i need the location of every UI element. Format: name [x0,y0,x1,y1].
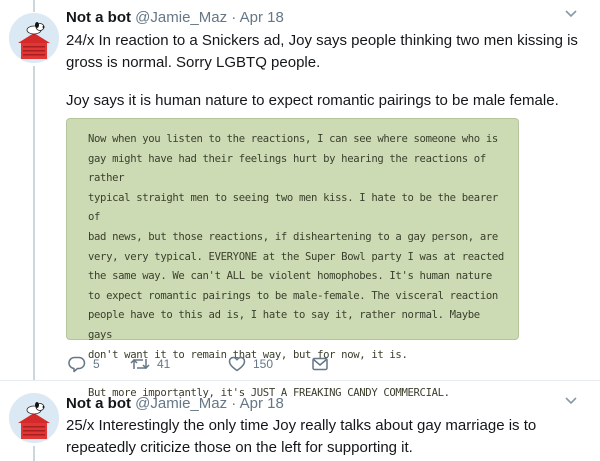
snoopy-doghouse-icon [9,13,59,63]
quoted-screenshot[interactable]: Now when you listen to the reactions, I … [66,118,519,399]
reply-count: 5 [93,357,100,371]
chevron-down-icon[interactable] [564,393,578,412]
separator: · [231,395,237,412]
retweet-button[interactable]: 41 [130,355,170,373]
quoted-text-line: to expect romantic pairings to be male-f… [88,289,498,302]
quoted-text-line: Now when you listen to the reactions, I … [88,133,498,145]
tweet-header: Not a bot @Jamie_Maz · Apr 18 [66,395,284,413]
tweet-text-line: 25/x Interestingly the only time Joy rea… [66,417,537,434]
retweet-count: 41 [157,357,171,371]
avatar[interactable] [9,393,59,443]
reply-icon [68,356,86,373]
quoted-text-line: the same way. We can't ALL be violent ho… [88,270,492,283]
tweet-text-line: gross is normal. Sorry LGBTQ people. [66,54,321,71]
quoted-text-line: people have to this ad is, I hate to say… [88,309,480,341]
tweet-header: Not a bot @Jamie_Maz · Apr 18 [66,9,284,27]
separator: · [231,9,237,26]
author-name[interactable]: Not a bot [66,395,131,412]
tweet-text-line: repeatedly criticize those on the left f… [66,439,413,456]
thread-line [33,0,35,12]
like-count: 150 [253,357,274,371]
quoted-text-line: typical straight men to seeing two men k… [88,191,498,224]
avatar[interactable] [9,13,59,63]
thread-line [33,446,35,461]
tweet-text-paragraph-2: Joy says it is human nature to expect ro… [66,90,586,112]
quoted-text-block: Now when you listen to the reactions, I … [88,130,504,365]
reply-button[interactable]: 5 [68,355,100,373]
direct-message-icon [312,357,328,371]
quoted-text-line: bad news, but those reactions, if dishea… [88,230,498,243]
retweet-icon [130,358,150,370]
chevron-down-icon[interactable] [564,6,578,25]
tweet-text-line: 24/x In reaction to a Snickers ad, Joy s… [66,32,578,49]
quoted-text-line: very, very typical. EVERYONE at the Supe… [88,250,504,263]
like-button[interactable]: 150 [228,355,273,373]
author-handle[interactable]: @Jamie_Maz [135,395,227,412]
direct-message-button[interactable] [311,355,329,373]
thread-line [33,66,35,380]
author-handle[interactable]: @Jamie_Maz [135,9,227,26]
tweet-date[interactable]: Apr 18 [240,9,284,26]
tweet-25[interactable]: Not a bot @Jamie_Maz · Apr 18 25/x Inter… [0,380,600,461]
like-icon [228,356,246,372]
snoopy-doghouse-icon [9,393,59,443]
author-name[interactable]: Not a bot [66,9,131,26]
tweet-24[interactable]: Not a bot @Jamie_Maz · Apr 18 24/x In re… [0,0,600,399]
quoted-text-line: gay might have had their feelings hurt b… [88,152,486,185]
tweet-text: 25/x Interestingly the only time Joy rea… [66,415,586,459]
tweet-text-line: Joy says it is human nature to expect ro… [66,92,559,109]
tweet-date[interactable]: Apr 18 [240,395,284,412]
tweet-text: 24/x In reaction to a Snickers ad, Joy s… [66,30,586,74]
